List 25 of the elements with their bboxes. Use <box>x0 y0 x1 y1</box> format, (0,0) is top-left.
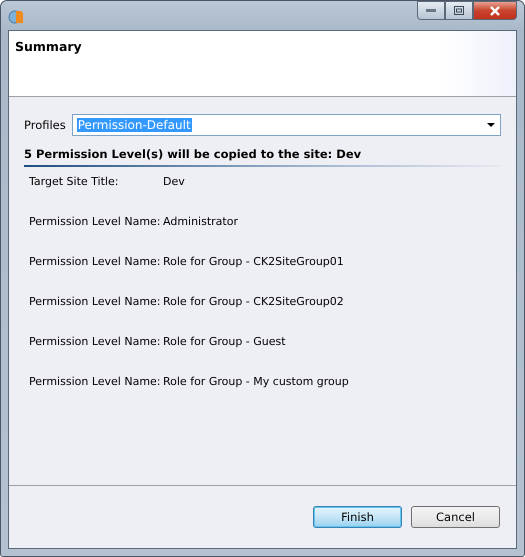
close-button[interactable] <box>473 1 517 20</box>
field-value: Role for Group - CK2SiteGroup01 <box>163 254 344 268</box>
maximize-icon <box>454 6 464 15</box>
field-label: Permission Level Name: <box>29 374 162 388</box>
finish-button[interactable]: Finish <box>313 506 402 528</box>
field-label: Permission Level Name: <box>29 214 162 228</box>
field-label: Permission Level Name: <box>29 254 162 268</box>
section-title: 5 Permission Level(s) will be copied to the site: Dev <box>24 147 501 167</box>
field-label: Target Site Title: <box>29 174 120 188</box>
field-value: Administrator <box>163 214 238 228</box>
app-icon <box>8 8 24 24</box>
dropdown-arrow-icon <box>487 123 495 127</box>
page-title: Summary <box>15 39 83 54</box>
field-value: Role for Group - CK2SiteGroup02 <box>163 294 344 308</box>
minimize-icon <box>426 8 436 12</box>
field-value: Dev <box>163 174 185 188</box>
field-label: Permission Level Name: <box>29 294 162 308</box>
minimize-button[interactable] <box>417 1 445 20</box>
close-icon <box>489 6 501 16</box>
field-value: Role for Group - Guest <box>163 334 286 348</box>
field-value: Role for Group - My custom group <box>163 374 349 388</box>
profiles-label: Profiles <box>24 118 66 132</box>
cancel-button[interactable]: Cancel <box>411 506 500 528</box>
field-label: Permission Level Name: <box>29 334 162 348</box>
maximize-button[interactable] <box>445 1 473 20</box>
